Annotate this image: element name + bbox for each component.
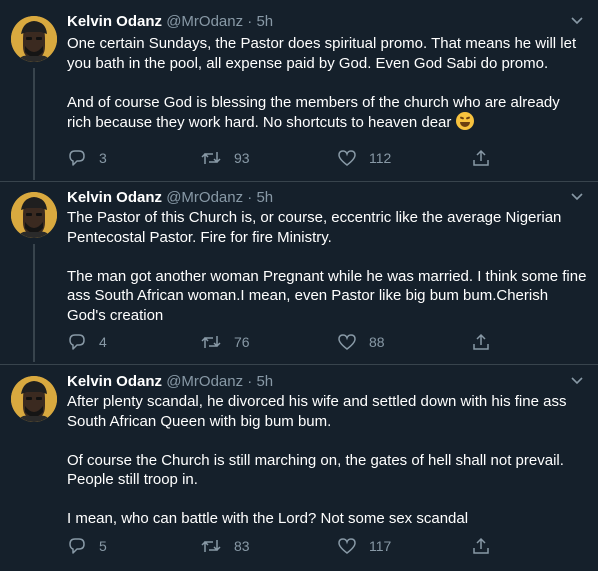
tweet-paragraph: The Pastor of this Church is, or course,… xyxy=(67,209,566,246)
tweet-paragraph: The man got another woman Pregnant while… xyxy=(67,267,591,324)
tweet-divider xyxy=(0,181,598,182)
reply-button[interactable]: 3 xyxy=(67,148,107,168)
reply-button[interactable]: 5 xyxy=(67,536,107,556)
retweet-icon xyxy=(201,336,221,348)
user-handle[interactable]: @MrOdanz xyxy=(166,373,243,390)
tweet-header: Kelvin Odanz @MrOdanz · 5h xyxy=(67,12,273,32)
like-count: 112 xyxy=(369,150,392,166)
tweet-paragraph-text: And of course God is blessing the member… xyxy=(67,93,564,132)
rolling-on-floor-laughing-emoji xyxy=(455,112,474,130)
share-button[interactable] xyxy=(471,332,503,352)
avatar[interactable] xyxy=(11,192,57,238)
like-count: 88 xyxy=(369,334,385,350)
share-icon xyxy=(473,333,489,350)
tweet-paragraph: I mean, who can battle with the Lord? No… xyxy=(67,510,469,527)
like-count: 117 xyxy=(369,538,392,554)
tweet-actions: 5 83 117 xyxy=(67,536,527,556)
thread-connector xyxy=(33,244,35,362)
retweet-button[interactable]: 76 xyxy=(200,332,250,352)
thread-connector xyxy=(33,68,35,180)
reply-count: 3 xyxy=(99,150,107,166)
tweet-thread: Kelvin Odanz @MrOdanz · 5h One certain S… xyxy=(0,0,598,571)
reply-count: 5 xyxy=(99,538,107,554)
user-handle[interactable]: @MrOdanz xyxy=(166,189,243,206)
timestamp[interactable]: 5h xyxy=(256,373,273,390)
avatar[interactable] xyxy=(11,376,57,422)
tweet-paragraph: After plenty scandal, he divorced his wi… xyxy=(67,393,571,430)
share-button[interactable] xyxy=(471,536,503,556)
share-button[interactable] xyxy=(471,148,503,168)
timestamp[interactable]: 5h xyxy=(256,189,273,206)
share-icon xyxy=(473,149,489,166)
retweet-count: 83 xyxy=(234,538,250,554)
tweet-paragraph: And of course God is blessing the member… xyxy=(67,93,587,133)
tweet-header: Kelvin Odanz @MrOdanz · 5h xyxy=(67,188,273,208)
like-icon xyxy=(338,538,356,554)
tweet-text: The Pastor of this Church is, or course,… xyxy=(67,208,587,325)
tweet-paragraph: Of course the Church is still marching o… xyxy=(67,451,569,489)
chevron-down-icon[interactable] xyxy=(570,16,584,26)
reply-button[interactable]: 4 xyxy=(67,332,107,352)
retweet-button[interactable]: 93 xyxy=(200,148,250,168)
like-icon xyxy=(338,150,356,166)
tweet-paragraph: One certain Sundays, the Pastor does spi… xyxy=(67,35,581,72)
tweet[interactable]: Kelvin Odanz @MrOdanz · 5h The Pastor of… xyxy=(0,186,598,362)
separator: · xyxy=(247,373,253,390)
timestamp[interactable]: 5h xyxy=(256,13,273,30)
retweet-icon xyxy=(201,540,221,552)
display-name[interactable]: Kelvin Odanz xyxy=(67,13,162,30)
reply-icon xyxy=(69,150,85,166)
retweet-button[interactable]: 83 xyxy=(200,536,250,556)
tweet-actions: 4 76 88 xyxy=(67,332,527,352)
tweet-text: One certain Sundays, the Pastor does spi… xyxy=(67,34,587,133)
user-handle[interactable]: @MrOdanz xyxy=(166,13,243,30)
tweet-divider xyxy=(0,364,598,365)
chevron-down-icon[interactable] xyxy=(570,376,584,386)
tweet-header: Kelvin Odanz @MrOdanz · 5h xyxy=(67,372,273,392)
share-icon xyxy=(473,537,489,554)
tweet-actions: 3 93 112 xyxy=(67,148,527,168)
like-button[interactable]: 88 xyxy=(337,332,385,352)
reply-icon xyxy=(69,538,85,554)
tweet[interactable]: Kelvin Odanz @MrOdanz · 5h After plenty … xyxy=(0,370,598,570)
reply-icon xyxy=(69,334,85,350)
like-icon xyxy=(338,334,356,350)
chevron-down-icon[interactable] xyxy=(570,192,584,202)
like-button[interactable]: 117 xyxy=(337,536,391,556)
display-name[interactable]: Kelvin Odanz xyxy=(67,189,162,206)
avatar[interactable] xyxy=(11,16,57,62)
like-button[interactable]: 112 xyxy=(337,148,391,168)
display-name[interactable]: Kelvin Odanz xyxy=(67,373,162,390)
reply-count: 4 xyxy=(99,334,107,350)
tweet[interactable]: Kelvin Odanz @MrOdanz · 5h One certain S… xyxy=(0,10,598,180)
tweet-text: After plenty scandal, he divorced his wi… xyxy=(67,392,587,529)
retweet-icon xyxy=(201,152,221,164)
retweet-count: 76 xyxy=(234,334,250,350)
separator: · xyxy=(247,13,253,30)
retweet-count: 93 xyxy=(234,150,250,166)
separator: · xyxy=(247,189,253,206)
